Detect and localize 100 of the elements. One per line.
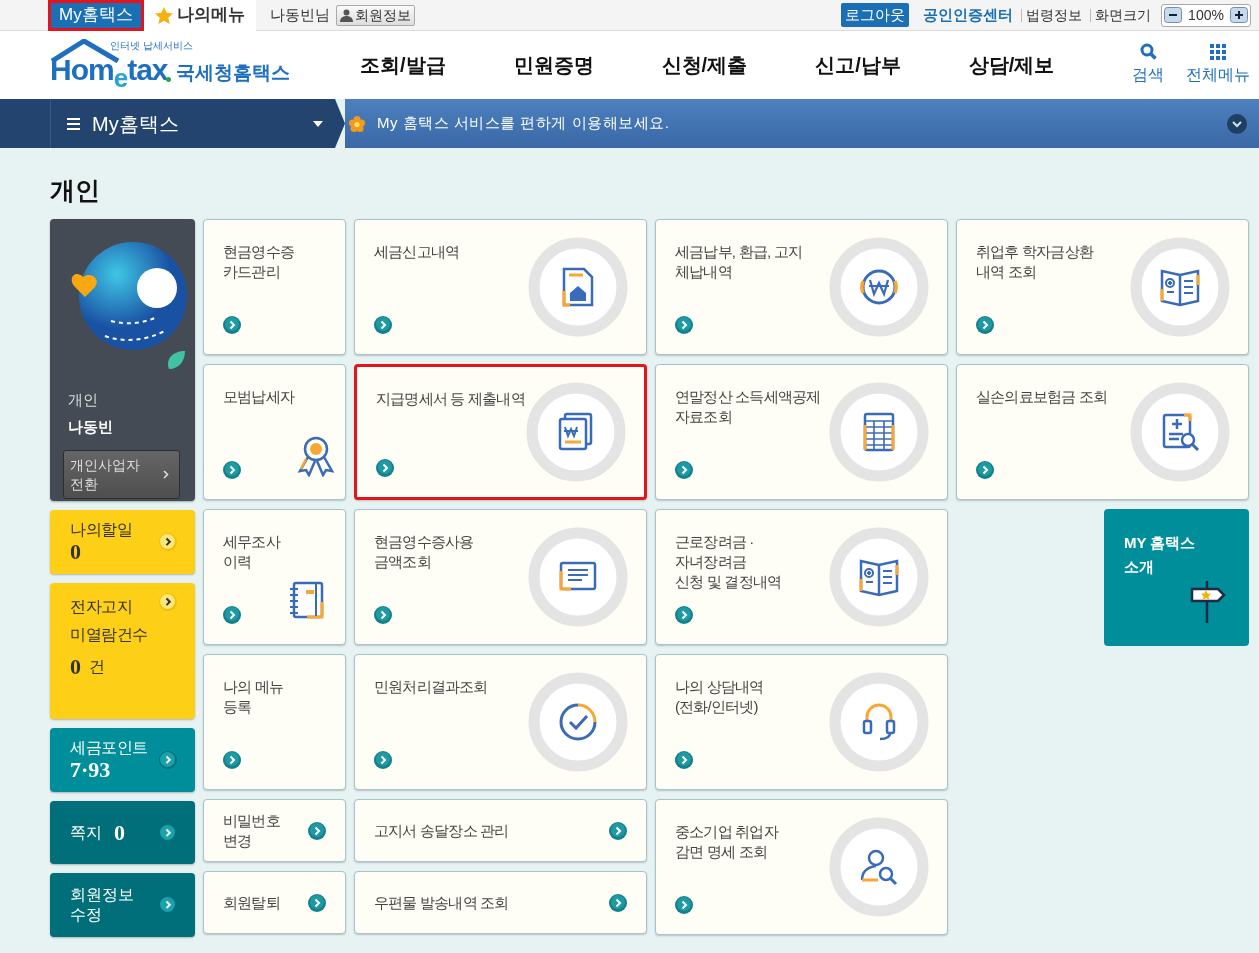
grid-icon (1210, 43, 1226, 60)
menu-tile[interactable]: 연말정산 소득세액공제 자료조회 (655, 364, 948, 500)
menu-tile[interactable]: 나의 상담내역 (전화/인터넷) (655, 654, 948, 790)
open-book-icon (857, 557, 901, 597)
menu-tile[interactable]: 우편물 발송내역 조회 (354, 871, 647, 934)
tile-title: 고지서 송달장소 관리 (374, 820, 510, 841)
arrow-button[interactable] (159, 593, 177, 611)
service-message: My 홈택스 서비스를 편하게 이용해보세요. (377, 113, 671, 134)
menu-tile[interactable]: 세금신고내역 (354, 219, 647, 355)
menu-tile[interactable]: 회원탈퇴 (203, 871, 346, 934)
profile-name: 나동빈 (68, 416, 113, 437)
caret-icon (313, 120, 323, 127)
arrow-button[interactable] (223, 751, 241, 769)
zoom-out-icon[interactable] (1164, 7, 1182, 23)
card-label: 전자고지 미열람건수 (70, 597, 149, 645)
arrow-button[interactable] (159, 823, 177, 842)
user-name: 나동빈님 (269, 4, 330, 25)
arrow-button[interactable] (675, 751, 693, 769)
logo-name: 국세청홈택스 (176, 61, 290, 85)
side-card[interactable]: 쪽지 0 (50, 801, 195, 864)
arrow-button[interactable] (976, 461, 994, 479)
arrow-button[interactable] (374, 316, 392, 334)
arrow-button[interactable] (308, 821, 326, 840)
document-icon (560, 267, 596, 307)
tile-title: 세금납부, 환급, 고지 체납내역 (675, 242, 804, 282)
arrow-button[interactable] (609, 893, 627, 912)
arrow-button[interactable] (675, 316, 693, 334)
coin-icon (859, 267, 899, 307)
menu-tile[interactable]: 나의 메뉴 등록 (203, 654, 346, 790)
menu-tile[interactable]: 취업후 학자금상환 내역 조회 (956, 219, 1249, 355)
arrow-button[interactable] (609, 821, 627, 840)
top-tab[interactable]: My홈택스 (48, 0, 144, 31)
menu-tile[interactable]: 모범납세자 (203, 364, 346, 500)
logo-brand: Hom$_{e}$tax (50, 53, 168, 87)
zoom-value: 100% (1188, 5, 1224, 25)
nav-link[interactable]: 신고/납부 (815, 50, 901, 80)
card-label: 회원정보 수정 (70, 885, 135, 925)
arrow-button[interactable] (159, 533, 177, 551)
arrow-button[interactable] (159, 751, 177, 769)
arrow-button[interactable] (374, 606, 392, 624)
hometax-logo[interactable]: 인터넷 납세서비스 Hom$_{e}$tax 국세청홈택스 (50, 37, 300, 93)
arrow-button[interactable] (223, 461, 241, 479)
arrow-button[interactable] (376, 459, 394, 477)
arrow-button[interactable] (976, 316, 994, 334)
side-card[interactable]: 회원정보 수정 (50, 873, 195, 937)
nav-link[interactable]: 조회/발급 (360, 50, 446, 80)
menu-tile[interactable]: 민원처리결과조회 (354, 654, 647, 790)
open-book-icon (1158, 267, 1202, 307)
search-icon (1139, 43, 1157, 60)
arrow-button[interactable] (223, 606, 241, 624)
switch-button[interactable]: 개인사업자 전환 (63, 450, 180, 499)
arrow-button[interactable] (223, 316, 241, 334)
all-menu-button[interactable]: 전체메뉴 (1186, 43, 1250, 87)
nav-link[interactable]: 신청/제출 (661, 50, 748, 80)
menu-tile[interactable]: 중소기업 취업자 감면 명세 조회 (655, 799, 948, 935)
flower-icon (349, 115, 365, 132)
arrow-button[interactable] (308, 893, 326, 912)
menu-tile[interactable]: 비밀번호 변경 (203, 799, 346, 862)
tile-title: 근로장려금 · 자녀장려금 신청 및 결정내역 (675, 532, 783, 592)
side-card[interactable]: 나의할일 0 (50, 510, 195, 574)
nav-link[interactable]: 상담/제보 (968, 50, 1055, 80)
table-icon (861, 411, 897, 453)
menu-tile[interactable]: 세금납부, 환급, 고지 체납내역 (655, 219, 948, 355)
side-card[interactable]: 전자고지 미열람건수 0 건 (50, 583, 195, 719)
count-value: 0 (70, 655, 81, 679)
menu-tile[interactable]: 현금영수증 카드관리 (203, 219, 346, 355)
count-value: 7·93 (70, 758, 112, 782)
person-icon (339, 8, 353, 22)
top-tab[interactable]: 나의메뉴 (143, 0, 256, 31)
menu-tile[interactable]: 고지서 송달장소 관리 (354, 799, 647, 862)
menu-tile[interactable]: 세무조사 이력 (203, 509, 346, 645)
arrow-button[interactable] (675, 461, 693, 479)
menu-tile[interactable]: 지급명세서 등 제출내역 (354, 364, 647, 500)
logout-button[interactable]: 로그아웃 (841, 3, 909, 27)
intro-card[interactable]: MY 홈택스 소개 (1104, 509, 1249, 646)
tile-title: 모범납세자 (223, 387, 294, 407)
tile-title: 나의 메뉴 등록 (223, 677, 285, 717)
expand-icon[interactable] (1227, 113, 1247, 134)
cert-center-link[interactable]: 공인인증센터 (923, 3, 1013, 27)
zoom-in-icon[interactable] (1230, 7, 1248, 23)
arrow-button[interactable] (159, 896, 177, 914)
arrow-button[interactable] (675, 606, 693, 624)
top-link[interactable]: 화면크기 (1095, 4, 1151, 26)
menu-tile[interactable]: 근로장려금 · 자녀장려금 신청 및 결정내역 (655, 509, 948, 645)
tile-title: 세금신고내역 (374, 242, 461, 262)
member-info-button[interactable]: 회원정보 (335, 4, 415, 26)
search-button[interactable]: 검색 (1132, 43, 1164, 87)
card-label: 세금포인트 (70, 738, 149, 758)
tile-title: 현금영수증사용 금액조회 (374, 532, 475, 572)
zoom-control[interactable]: 100% (1161, 3, 1251, 27)
side-card[interactable]: 세금포인트 7·93 (50, 728, 195, 792)
tile-title: 실손의료보험금 조회 (976, 387, 1109, 407)
menu-tile[interactable]: 현금영수증사용 금액조회 (354, 509, 647, 645)
arrow-button[interactable] (675, 896, 693, 914)
top-link[interactable]: 법령정보 (1026, 4, 1082, 26)
tile-title: 연말정산 소득세액공제 자료조회 (675, 387, 822, 427)
nav-link[interactable]: 민원증명 (513, 50, 594, 80)
menu-tile[interactable]: 실손의료보험금 조회 (956, 364, 1249, 500)
arrow-button[interactable] (374, 751, 392, 769)
star-icon (154, 6, 173, 24)
